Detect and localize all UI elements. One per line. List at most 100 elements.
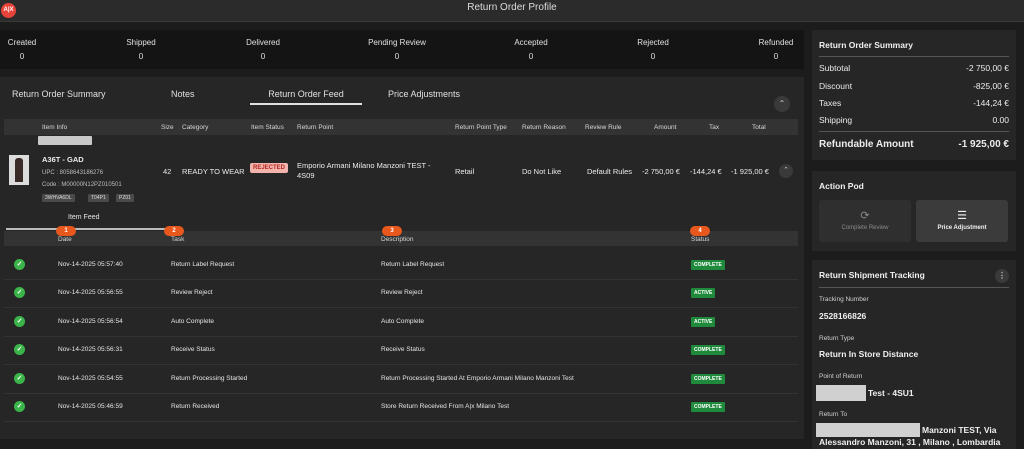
- item-feed-underline: [6, 228, 166, 230]
- collapse-button[interactable]: ⌃: [774, 96, 790, 112]
- feed-row: ✓ Nov-14-2025 05:46:59 Return Received S…: [4, 394, 798, 422]
- item-return-reason: Do Not Like: [522, 167, 562, 176]
- status-badge: ACTIVE: [691, 317, 716, 327]
- col-date: Date: [58, 236, 72, 243]
- summary-shipping: Shipping 0.00: [819, 115, 1009, 125]
- divider: [819, 131, 1009, 132]
- status-badge: COMPLETE: [691, 402, 725, 412]
- complete-review-button[interactable]: ⟳ Complete Review: [819, 200, 911, 242]
- tracking-title: Return Shipment Tracking: [819, 270, 925, 280]
- item-return-point: Emporio Armani Milano Manzoni TEST - 4S0…: [297, 161, 431, 180]
- tab-return-order-feed[interactable]: Return Order Feed: [250, 89, 362, 105]
- main-panel: Return Order Summary Notes Return Order …: [0, 77, 804, 439]
- item-tag: PZ01: [116, 194, 134, 202]
- redacted-block: [816, 385, 866, 401]
- item-name: A36T - GAD: [42, 155, 84, 164]
- item-upc: UPC : 8058643186276: [42, 170, 104, 176]
- summary-refundable: Refundable Amount -1 925,00 €: [819, 139, 1009, 150]
- item-code: Code : M00000N12PZ010501: [42, 182, 122, 188]
- return-to-line2: Alessandro Manzoni, 31 , Milano , Lombar…: [819, 437, 1001, 447]
- step-marker-3: 3: [382, 226, 402, 236]
- point-of-return-label: Point of Return: [819, 373, 863, 380]
- return-type: Return In Store Distance: [819, 349, 919, 359]
- feed-description: Review Reject: [381, 289, 423, 296]
- more-options-icon[interactable]: ⋮: [995, 269, 1009, 283]
- feed-task: Review Reject: [171, 289, 213, 296]
- item-amount: -2 750,00 €: [642, 167, 680, 176]
- feed-row: ✓ Nov-14-2025 05:57:40 Return Label Requ…: [4, 252, 798, 280]
- stat-shipped: Shipped 0: [126, 38, 156, 61]
- divider: [819, 56, 1009, 57]
- product-image: [9, 155, 29, 185]
- summary-card: Return Order Summary Subtotal -2 750,00 €…: [812, 30, 1016, 160]
- return-to-line1: Manzoni TEST, Via: [922, 425, 997, 435]
- feed-row: ✓ Nov-14-2025 05:54:55 Return Processing…: [4, 366, 798, 394]
- chevron-up-icon: ⌃: [778, 99, 786, 108]
- col-tax: Tax: [709, 124, 720, 131]
- chevron-up-icon: ⌃: [783, 167, 789, 174]
- refresh-icon: ⟳: [860, 210, 870, 222]
- complete-review-label: Complete Review: [841, 225, 889, 231]
- check-circle-icon: ✓: [14, 316, 25, 327]
- item-row[interactable]: A36T - GAD UPC : 8058643186276 Code : M0…: [4, 147, 798, 203]
- return-to-label: Return To: [819, 411, 848, 418]
- check-circle-icon: ✓: [14, 344, 25, 355]
- tab-return-order-summary[interactable]: Return Order Summary: [12, 89, 106, 99]
- step-marker-1: 1: [56, 226, 76, 236]
- col-item-status: Item Status: [251, 124, 284, 131]
- col-return-point-type: Return Point Type: [455, 124, 507, 131]
- expand-row-button[interactable]: ⌃: [779, 164, 793, 178]
- feed-task: Return Label Request: [171, 261, 235, 268]
- tracking-number-label: Tracking Number: [819, 296, 869, 303]
- status-badge: COMPLETE: [691, 345, 725, 355]
- status-badge-rejected: REJECTED: [250, 163, 289, 173]
- redacted-block: [816, 423, 920, 437]
- feed-date: Nov-14-2025 05:46:59: [58, 403, 123, 410]
- col-review-rule: Review Rule: [585, 124, 622, 131]
- feed-row: ✓ Nov-14-2025 05:56:54 Auto Complete Aut…: [4, 309, 798, 337]
- feed-row: ✓ Nov-14-2025 05:56:55 Review Reject Rev…: [4, 280, 798, 308]
- action-pod-card: Action Pod ⟳ Complete Review ☰ Price Adj…: [812, 171, 1016, 251]
- feed-task: Return Received: [171, 403, 220, 410]
- stat-created: Created 0: [7, 38, 37, 61]
- col-total: Total: [752, 124, 766, 131]
- summary-taxes: Taxes -144,24 €: [819, 98, 1009, 108]
- tab-price-adjustments[interactable]: Price Adjustments: [388, 89, 460, 99]
- sliders-icon: ☰: [957, 210, 967, 222]
- item-tag: 3WHVA6DL: [42, 194, 75, 202]
- tab-notes[interactable]: Notes: [171, 89, 195, 99]
- item-filter-input[interactable]: [38, 136, 92, 145]
- feed-date: Nov-14-2025 05:56:31: [58, 346, 123, 353]
- stat-pending-review: Pending Review 0: [368, 38, 426, 61]
- item-return-point-type: Retail: [455, 167, 475, 176]
- stat-delivered: Delivered 0: [246, 38, 280, 61]
- title-bar: A|X Return Order Profile: [0, 0, 1024, 22]
- stat-refunded: Refunded 0: [758, 38, 794, 61]
- feed-date: Nov-14-2025 05:57:40: [58, 261, 123, 268]
- status-badge: ACTIVE: [691, 288, 716, 298]
- stat-accepted: Accepted 0: [514, 38, 548, 61]
- feed-description: Auto Complete: [381, 318, 424, 325]
- check-circle-icon: ✓: [14, 287, 25, 298]
- col-return-reason: Return Reason: [522, 124, 566, 131]
- check-circle-icon: ✓: [14, 401, 25, 412]
- feed-description: Return Processing Started At Emporio Arm…: [381, 375, 574, 382]
- feed-task: Auto Complete: [171, 318, 214, 325]
- step-marker-2: 2: [164, 226, 184, 236]
- feed-date: Nov-14-2025 05:54:55: [58, 375, 123, 382]
- check-circle-icon: ✓: [14, 373, 25, 384]
- item-category: READY TO WEAR: [182, 167, 245, 176]
- item-table-header: Item Info Size Category Item Status Retu…: [4, 119, 798, 135]
- price-adjustment-button[interactable]: ☰ Price Adjustment: [916, 200, 1008, 242]
- feed-date: Nov-14-2025 05:56:55: [58, 289, 123, 296]
- action-pod-title: Action Pod: [819, 181, 864, 191]
- col-item-info: Item Info: [42, 124, 68, 131]
- item-feed-label: Item Feed: [68, 214, 100, 221]
- feed-row: ✓ Nov-14-2025 05:56:31 Receive Status Re…: [4, 337, 798, 365]
- price-adjustment-label: Price Adjustment: [937, 225, 987, 231]
- item-total: -1 925,00 €: [731, 167, 769, 176]
- feed-description: Return Label Request: [381, 261, 445, 268]
- feed-description: Receive Status: [381, 346, 425, 353]
- tracking-number: 2528166826: [819, 311, 867, 321]
- summary-title: Return Order Summary: [819, 40, 913, 50]
